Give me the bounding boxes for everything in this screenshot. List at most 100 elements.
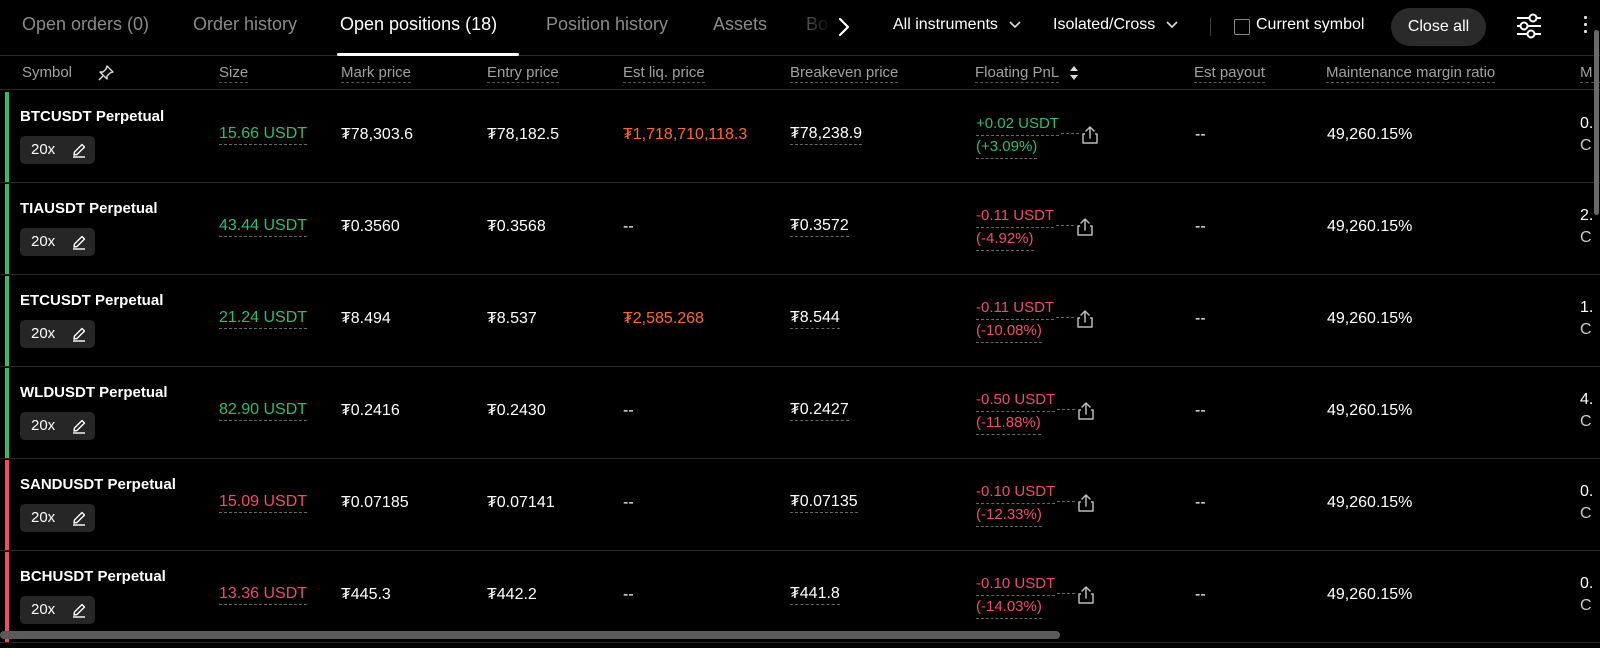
maintenance-margin-ratio: 49,260.15% bbox=[1327, 126, 1413, 143]
leverage-value: 20x bbox=[31, 325, 56, 342]
leverage-value: 20x bbox=[31, 141, 56, 158]
entry-price: ₮8.537 bbox=[487, 310, 537, 327]
tab-position-history[interactable]: Position history bbox=[546, 14, 668, 35]
floating-pnl: +0.02 USDT (+3.09%) bbox=[976, 113, 1079, 159]
margin-value-truncated: 1. bbox=[1580, 299, 1594, 316]
leverage-value: 20x bbox=[31, 601, 56, 618]
floating-pnl: -0.50 USDT (-11.88%) bbox=[976, 389, 1075, 435]
symbol-name[interactable]: BTCUSDT Perpetual bbox=[20, 108, 164, 125]
margin-value-truncated: 4. bbox=[1580, 391, 1594, 408]
leverage-button[interactable]: 20x bbox=[20, 504, 95, 532]
floating-pnl: -0.11 USDT (-4.92%) bbox=[976, 205, 1074, 251]
vertical-scrollbar[interactable] bbox=[1594, 30, 1599, 215]
leverage-button[interactable]: 20x bbox=[20, 596, 95, 624]
position-size: 82.90 USDT bbox=[219, 401, 308, 421]
est-liq-price: ₮1,718,710,118.3 bbox=[623, 126, 748, 143]
col-est-payout: Est payout bbox=[1194, 64, 1265, 83]
symbol-name[interactable]: BCHUSDT Perpetual bbox=[20, 568, 166, 585]
margin-mode-dropdown[interactable]: Isolated/Cross bbox=[1053, 16, 1179, 34]
sort-icon[interactable] bbox=[1069, 65, 1079, 86]
symbol-name[interactable]: WLDUSDT Perpetual bbox=[20, 384, 168, 401]
more-vertical-icon[interactable] bbox=[1584, 16, 1588, 37]
table-row[interactable]: BCHUSDT Perpetual 20x 13.36 USDT ₮445.3 … bbox=[0, 551, 1600, 643]
pnl-dashed-leader bbox=[1057, 593, 1075, 594]
symbol-name[interactable]: TIAUSDT Perpetual bbox=[20, 200, 158, 217]
close-all-button[interactable]: Close all bbox=[1391, 8, 1486, 46]
pnl-dashed-leader bbox=[1061, 133, 1079, 134]
col-est-liq-price: Est liq. price bbox=[623, 64, 705, 83]
entry-price: ₮0.3568 bbox=[487, 218, 546, 235]
share-icon[interactable] bbox=[1077, 493, 1095, 518]
tab-order-history[interactable]: Order history bbox=[193, 14, 297, 35]
margin-label-truncated: C bbox=[1580, 413, 1592, 430]
symbol-name[interactable]: ETCUSDT Perpetual bbox=[20, 292, 163, 309]
leverage-value: 20x bbox=[31, 417, 56, 434]
position-side-indicator bbox=[5, 276, 9, 366]
breakeven-price: ₮8.544 bbox=[790, 309, 840, 329]
mark-price: ₮8.494 bbox=[341, 310, 391, 327]
position-size: 15.09 USDT bbox=[219, 493, 308, 513]
edit-icon bbox=[73, 419, 86, 434]
breakeven-price: ₮0.07135 bbox=[790, 493, 858, 513]
leverage-button[interactable]: 20x bbox=[20, 320, 95, 348]
chevron-right-icon[interactable] bbox=[834, 15, 854, 39]
col-breakeven-price: Breakeven price bbox=[790, 64, 899, 83]
margin-label-truncated: C bbox=[1580, 597, 1592, 614]
pnl-amount: +0.02 USDT bbox=[976, 113, 1059, 136]
entry-price: ₮78,182.5 bbox=[487, 126, 560, 143]
chevron-down-icon bbox=[1166, 21, 1178, 28]
leverage-button[interactable]: 20x bbox=[20, 228, 95, 256]
breakeven-price: ₮441.8 bbox=[790, 585, 840, 605]
tab-open-orders[interactable]: Open orders (0) bbox=[22, 14, 149, 35]
pnl-dashed-leader bbox=[1056, 225, 1074, 226]
est-liq-price: -- bbox=[623, 218, 634, 235]
table-row[interactable]: SANDUSDT Perpetual 20x 15.09 USDT ₮0.071… bbox=[0, 459, 1600, 551]
est-liq-price: ₮2,585.268 bbox=[623, 310, 704, 327]
share-icon[interactable] bbox=[1076, 309, 1094, 334]
floating-pnl: -0.10 USDT (-14.03%) bbox=[976, 573, 1075, 619]
edit-icon bbox=[73, 327, 86, 342]
tab-assets[interactable]: Assets bbox=[713, 14, 767, 35]
instruments-dropdown[interactable]: All instruments bbox=[893, 16, 1022, 34]
edit-icon bbox=[73, 511, 86, 526]
entry-price: ₮0.2430 bbox=[487, 402, 546, 419]
pnl-percent: (-12.33%) bbox=[976, 504, 1042, 527]
table-row[interactable]: TIAUSDT Perpetual 20x 43.44 USDT ₮0.3560… bbox=[0, 183, 1600, 275]
margin-label-truncated: C bbox=[1580, 321, 1592, 338]
position-side-indicator bbox=[5, 92, 9, 182]
margin-label-truncated: C bbox=[1580, 505, 1592, 522]
share-icon[interactable] bbox=[1081, 125, 1099, 150]
pnl-percent: (-10.08%) bbox=[976, 320, 1042, 343]
table-row[interactable]: ETCUSDT Perpetual 20x 21.24 USDT ₮8.494 … bbox=[0, 275, 1600, 367]
edit-icon bbox=[73, 235, 86, 250]
horizontal-scrollbar[interactable] bbox=[0, 631, 1060, 639]
col-entry-price: Entry price bbox=[487, 64, 559, 83]
current-symbol-checkbox[interactable] bbox=[1234, 19, 1250, 35]
tab-bots[interactable]: Bo bbox=[806, 14, 828, 35]
share-icon[interactable] bbox=[1077, 585, 1095, 610]
floating-pnl: -0.11 USDT (-10.08%) bbox=[976, 297, 1074, 343]
current-symbol-label[interactable]: Current symbol bbox=[1256, 16, 1364, 34]
mark-price: ₮78,303.6 bbox=[341, 126, 414, 143]
top-tab-bar: Open orders (0) Order history Open posit… bbox=[0, 0, 1600, 56]
share-icon[interactable] bbox=[1076, 217, 1094, 242]
share-icon[interactable] bbox=[1077, 401, 1095, 426]
col-floating-pnl[interactable]: Floating PnL bbox=[975, 64, 1060, 83]
margin-value-truncated: 0. bbox=[1580, 483, 1594, 500]
settings-sliders-icon[interactable] bbox=[1516, 12, 1542, 45]
leverage-button[interactable]: 20x bbox=[20, 412, 95, 440]
margin-label-truncated: C bbox=[1580, 229, 1592, 246]
pnl-percent: (+3.09%) bbox=[976, 136, 1038, 159]
entry-price: ₮442.2 bbox=[487, 586, 537, 603]
col-size: Size bbox=[219, 64, 249, 83]
mark-price: ₮0.3560 bbox=[341, 218, 400, 235]
pin-icon[interactable] bbox=[97, 64, 115, 87]
maintenance-margin-ratio: 49,260.15% bbox=[1327, 310, 1413, 327]
table-row[interactable]: BTCUSDT Perpetual 20x 15.66 USDT ₮78,303… bbox=[0, 91, 1600, 183]
leverage-button[interactable]: 20x bbox=[20, 136, 95, 164]
tab-open-positions[interactable]: Open positions (18) bbox=[340, 14, 497, 35]
est-liq-price: -- bbox=[623, 586, 634, 603]
col-mark-price: Mark price bbox=[341, 64, 412, 83]
table-row[interactable]: WLDUSDT Perpetual 20x 82.90 USDT ₮0.2416… bbox=[0, 367, 1600, 459]
symbol-name[interactable]: SANDUSDT Perpetual bbox=[20, 476, 176, 493]
